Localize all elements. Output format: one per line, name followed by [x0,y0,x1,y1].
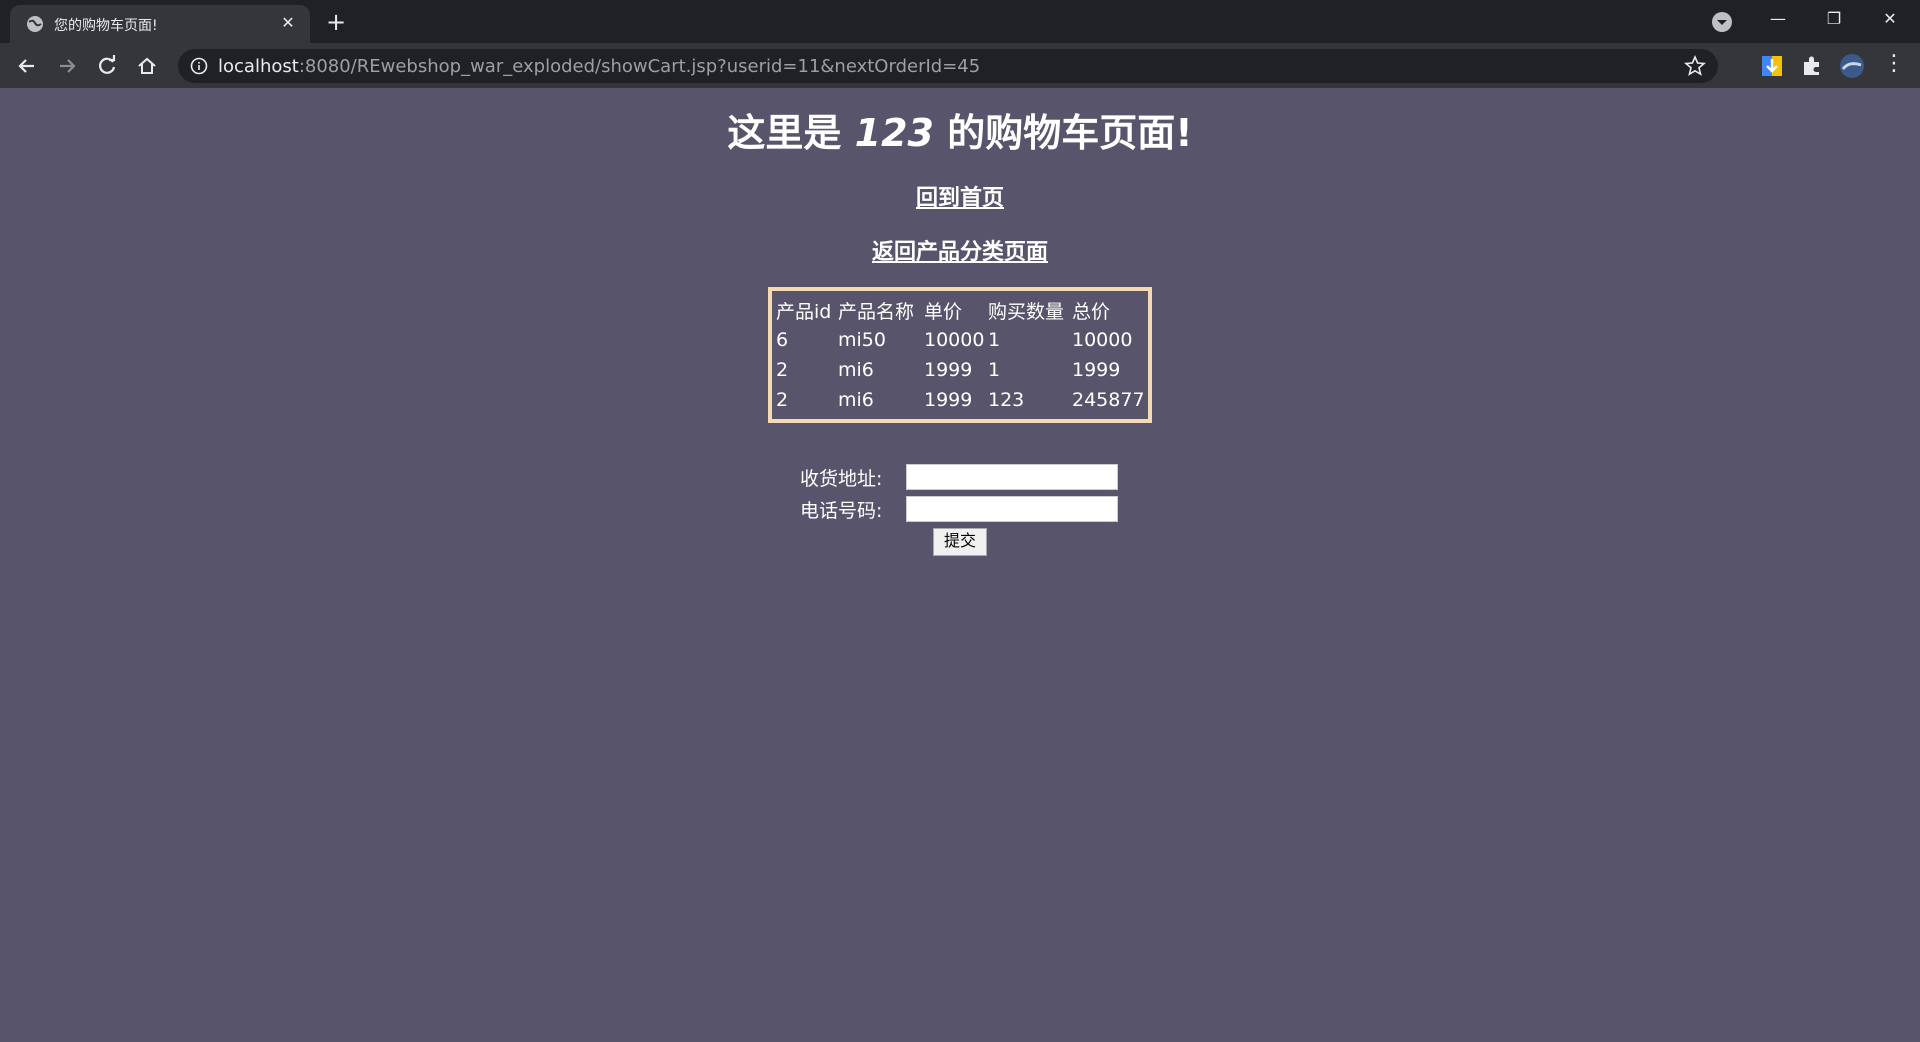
forward-icon[interactable] [52,51,82,81]
minimize-button[interactable]: — [1750,0,1806,40]
address-input[interactable] [906,464,1118,490]
header-product-name: 产品名称 [838,300,915,323]
address-label: 收货地址: [800,468,883,490]
tab-strip: 您的购物车页面! ✕ + — ❐ ✕ [0,0,1920,43]
category-link[interactable]: 返回产品分类页面 [872,240,1048,265]
header-unit-price: 单价 [924,300,963,323]
table-row: 2 mi6 1999 1 1999 [776,355,1147,385]
home-icon[interactable] [132,51,162,81]
browser-tab[interactable]: 您的购物车页面! ✕ [10,5,310,43]
cell-unit-price: 10000 [924,329,985,351]
globe-icon [27,16,43,32]
cell-product-id: 6 [776,329,789,351]
cell-product-name: mi6 [838,389,874,411]
cell-product-name: mi6 [838,359,874,381]
cell-product-id: 2 [776,389,789,411]
header-product-id: 产品id [776,300,832,323]
header-total: 总价 [1072,300,1111,323]
close-window-button[interactable]: ✕ [1862,0,1918,40]
info-icon[interactable] [190,57,208,75]
extensions-puzzle-icon[interactable] [1799,53,1825,79]
close-tab-icon[interactable]: ✕ [276,11,300,35]
extension-download-icon[interactable] [1759,53,1785,79]
cell-quantity: 1 [988,329,1001,351]
phone-label: 电话号码: [800,500,883,522]
url-text[interactable]: localhost:8080/REwebshop_war_exploded/sh… [218,56,980,77]
page-content: 这里是 123 的购物车页面! 回到首页 返回产品分类页面 产品id 产品名称 … [0,88,1920,1042]
cell-quantity: 1 [988,359,1001,381]
restore-button[interactable]: ❐ [1806,0,1862,40]
cell-total: 245877 [1072,389,1145,411]
cell-total: 10000 [1072,329,1133,351]
browser-toolbar: localhost:8080/REwebshop_war_exploded/sh… [0,43,1920,88]
category-link-row: 返回产品分类页面 [0,234,1920,266]
address-bar[interactable]: localhost:8080/REwebshop_war_exploded/sh… [178,49,1718,83]
table-row: 6 mi50 10000 1 10000 [776,325,1147,355]
submit-button[interactable]: 提交 [933,528,987,556]
cell-quantity: 123 [988,389,1025,411]
bookmark-star-icon[interactable] [1684,55,1706,77]
reload-icon[interactable] [92,51,122,81]
username: 123 [854,111,934,155]
page-title: 这里是 123 的购物车页面! [727,111,1193,155]
cell-unit-price: 1999 [924,389,973,411]
tab-title: 您的购物车页面! [54,18,158,34]
table-row: 2 mi6 1999 123 245877 [776,385,1147,415]
cell-product-name: mi50 [838,329,886,351]
home-link-row: 回到首页 [0,180,1920,212]
back-icon[interactable] [12,51,42,81]
table-header-row: 产品id 产品名称 单价 购买数量 总价 [776,295,1147,325]
tab-search-icon[interactable] [1710,10,1734,34]
home-link[interactable]: 回到首页 [916,186,1004,211]
cell-product-id: 2 [776,359,789,381]
new-tab-button[interactable]: + [322,8,350,36]
header-quantity: 购买数量 [988,300,1065,323]
cell-total: 1999 [1072,359,1121,381]
cart-table: 产品id 产品名称 单价 购买数量 总价 6 mi50 10000 1 1000… [768,287,1152,423]
menu-kebab-icon[interactable]: ⋮ [1876,45,1912,85]
phone-input[interactable] [906,496,1118,522]
cell-unit-price: 1999 [924,359,973,381]
profile-avatar-icon[interactable] [1839,53,1865,79]
